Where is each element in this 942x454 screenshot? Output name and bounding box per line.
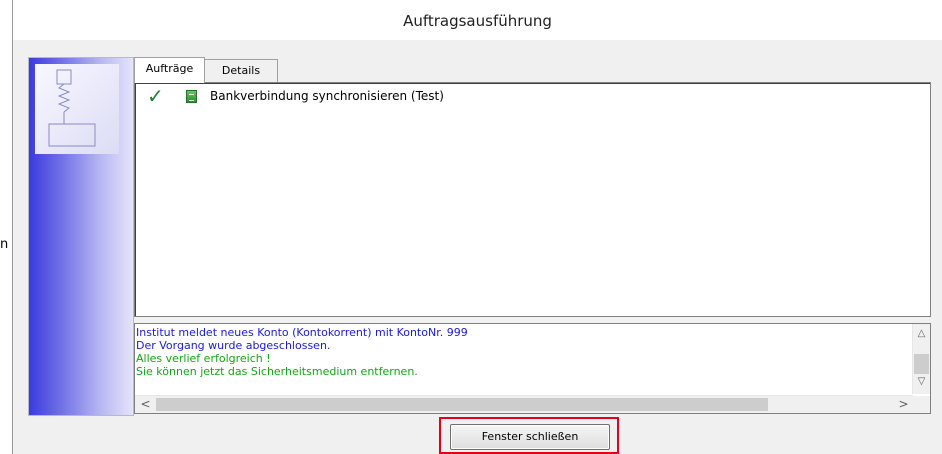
scroll-down-icon[interactable]: ▽: [913, 376, 930, 387]
dialog-title: Auftragsausführung: [13, 0, 942, 40]
checkmark-icon: ✓: [147, 84, 164, 108]
jobs-list: ✓ Bankverbindung synchronisieren (Test): [134, 82, 931, 317]
document-icon: [186, 89, 197, 103]
log-lines: Institut meldet neues Konto (Kontokorren…: [136, 326, 906, 378]
horizontal-scroll-thumb[interactable]: [156, 398, 768, 411]
log-line: Institut meldet neues Konto (Kontokorren…: [136, 326, 468, 339]
background-partial-text: n: [0, 237, 9, 252]
log-line: Sie können jetzt das Sicherheitsmedium e…: [136, 365, 418, 378]
scroll-right-icon[interactable]: >: [895, 396, 912, 413]
tab-details[interactable]: Details: [204, 59, 278, 82]
job-label: Bankverbindung synchronisieren (Test): [210, 89, 444, 103]
scrollbar-corner: [913, 396, 930, 413]
background-window: n: [0, 0, 12, 454]
side-banner: [28, 57, 134, 416]
vertical-scrollbar[interactable]: △ ▽: [912, 324, 930, 394]
vertical-scroll-thumb[interactable]: [914, 354, 929, 374]
scroll-up-icon[interactable]: △: [913, 328, 930, 339]
scroll-left-icon[interactable]: <: [137, 396, 154, 413]
list-item[interactable]: ✓ Bankverbindung synchronisieren (Test): [147, 84, 444, 108]
close-window-button[interactable]: Fenster schließen: [450, 424, 610, 450]
tab-auftraege[interactable]: Aufträge: [134, 57, 205, 83]
execution-dialog: Auftragsausführung Aufträge Details ✓ Ba…: [13, 0, 942, 454]
log-output[interactable]: Institut meldet neues Konto (Kontokorren…: [134, 323, 931, 414]
log-line: Alles verlief erfolgreich !: [136, 352, 271, 365]
banner-illustration: [35, 64, 119, 154]
horizontal-scrollbar[interactable]: < >: [135, 395, 913, 413]
spring-device-icon: [48, 69, 96, 147]
log-line: Der Vorgang wurde abgeschlossen.: [136, 339, 331, 352]
